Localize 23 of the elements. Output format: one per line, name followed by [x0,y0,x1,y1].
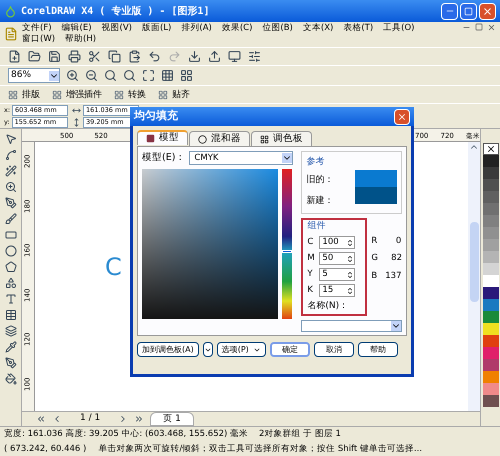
old-label: 旧的： [306,174,334,186]
reference-title: 参考 [306,156,326,169]
rgb-value: 137 [385,270,402,283]
canvas-text: C [105,254,122,280]
status-layer: 2对象群组 于 图层 1 [259,428,341,440]
window-title: CorelDRAW X4 ( 专业版 ) - [图形1] [21,4,210,18]
status-size: 宽度: 161.036 高度: 39.205 中心: (603.468, 155.652) 毫米 [4,428,250,440]
status-cursor: ( 673.242, 60.446 ) [4,442,86,456]
components-title: 组件 [307,220,326,232]
channel-label: C [307,236,314,249]
name-label: 名称(N)： [307,300,350,313]
status-hint: 单击对象两次可旋转/倾斜；双击工具可选择所有对象；按住 Shift 键单击可选择... [98,442,422,456]
rgb-label: G [371,252,378,265]
rgb-value: 82 [390,252,402,265]
model-label: 模型(E)： [142,151,186,165]
channel-label: Y [307,268,314,281]
rgb-value: 0 [394,234,402,248]
channel-label: M [307,252,316,265]
page-count: 1 / 1 [79,412,102,426]
rgb-label: R [371,234,378,248]
rgb-label: B [371,270,378,283]
new-label: 新建： [306,195,334,208]
channel-label: K [307,284,314,297]
